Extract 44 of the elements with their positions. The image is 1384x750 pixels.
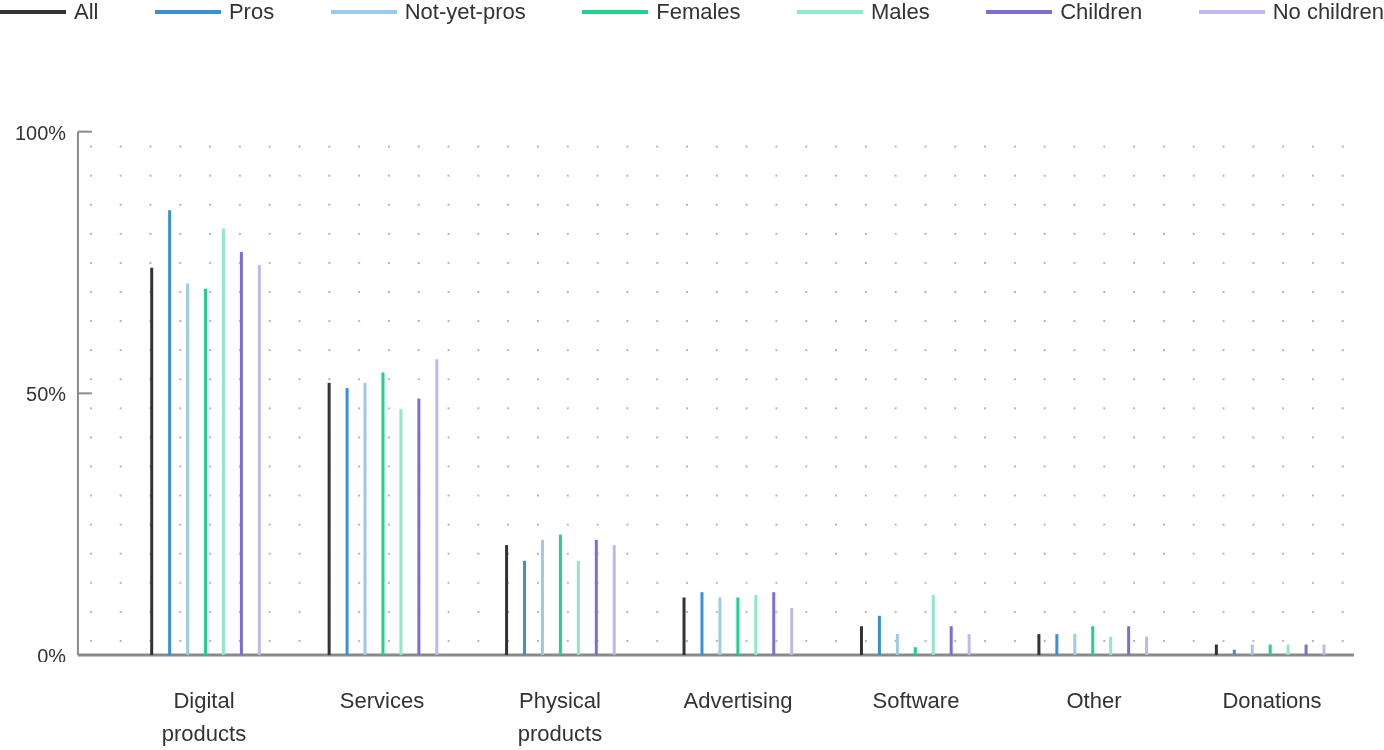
bar (967, 634, 971, 655)
bar (913, 647, 917, 655)
bar (949, 626, 953, 655)
bar (772, 592, 776, 655)
category-label: Donations (1221, 687, 1323, 715)
bar (1322, 644, 1326, 655)
bar (1250, 644, 1254, 655)
legend-label: Females (656, 0, 741, 24)
legend-label: No children (1272, 0, 1384, 24)
bar (1037, 634, 1041, 655)
bar (931, 594, 935, 655)
bar (1145, 636, 1149, 655)
bar (700, 592, 704, 655)
category-label: Other (1065, 687, 1123, 715)
bar (1232, 649, 1236, 655)
y-tick-label: 100% (15, 121, 66, 144)
legend-label: All (74, 0, 99, 24)
y-tick-label: 50% (26, 383, 66, 406)
legend-label: Not-yet-pros (404, 0, 526, 24)
legend-label: Males (871, 0, 930, 24)
bar (682, 597, 686, 655)
legend-label: Children (1060, 0, 1143, 24)
bar (718, 597, 722, 655)
bar (736, 597, 740, 655)
bar (859, 626, 863, 655)
bar (790, 607, 794, 655)
category-label: Physical products (516, 687, 604, 748)
bar (1286, 644, 1290, 655)
category-label: Software (871, 687, 961, 715)
bar (1055, 634, 1059, 655)
bar (1127, 626, 1131, 655)
bar (754, 594, 758, 655)
legend-label: Pros (228, 0, 275, 24)
bar (877, 615, 881, 655)
bar (1214, 644, 1218, 655)
bar (1268, 644, 1272, 655)
category-label: Advertising (683, 687, 793, 715)
category-label: Services (338, 687, 426, 715)
category-label: Digital products (160, 687, 248, 748)
bar (1073, 634, 1077, 655)
bar (1109, 636, 1113, 655)
bar (895, 634, 899, 655)
bar (1304, 644, 1308, 655)
bar (1091, 626, 1095, 655)
